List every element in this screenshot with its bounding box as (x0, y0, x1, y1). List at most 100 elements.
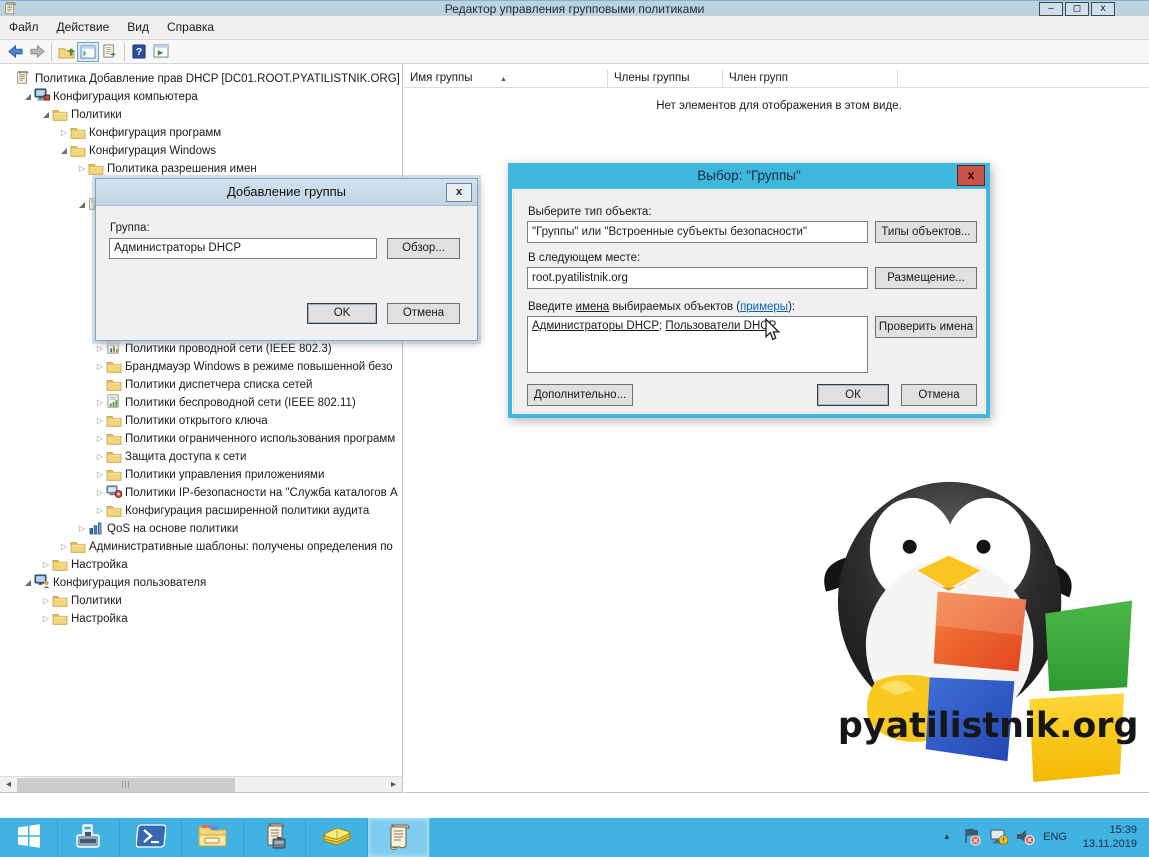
console-tree-pane: Политика Добавление прав DHCP [DC01.ROOT… (0, 64, 403, 793)
expand-arrow-icon[interactable]: ◢ (22, 574, 34, 592)
export-list-icon[interactable] (99, 42, 121, 62)
add-group-ok-button[interactable]: OK (307, 303, 377, 324)
select-groups-ok-button[interactable]: ОК (817, 384, 889, 406)
tree-item[interactable]: ▷Брандмауэр Windows в режиме повышенной … (0, 358, 403, 376)
expand-arrow-icon[interactable]: ◢ (58, 142, 70, 160)
add-group-close-button[interactable]: x (446, 183, 472, 202)
taskbar-app-gpmc-console[interactable] (244, 818, 306, 857)
taskbar-app-file-explorer[interactable] (182, 818, 244, 857)
advanced-button[interactable]: Дополнительно... (527, 384, 633, 406)
network-status-icon[interactable] (989, 827, 1009, 851)
new-window-icon[interactable] (150, 42, 172, 62)
scroll-right-arrow-icon[interactable]: ▸ (385, 777, 402, 793)
add-group-cancel-button[interactable]: Отмена (387, 303, 460, 324)
collapse-arrow-icon[interactable]: ▷ (94, 484, 106, 502)
action-center-flag-icon[interactable] (962, 827, 981, 851)
start-button[interactable] (0, 818, 58, 857)
collapse-arrow-icon[interactable]: ▷ (94, 430, 106, 448)
tree-item[interactable]: ▷Политики (0, 592, 403, 610)
taskbar-app-yellow-book[interactable] (306, 818, 368, 857)
tree-item[interactable]: ▷Политики открытого ключа (0, 412, 403, 430)
taskbar-app-server-manager[interactable] (58, 818, 120, 857)
menu-file[interactable]: Файл (0, 16, 48, 34)
expand-arrow-icon[interactable]: ◢ (22, 88, 34, 106)
check-names-button[interactable]: Проверить имена (875, 316, 977, 338)
object-names-input[interactable]: Администраторы DHCP; Пользователи DHCP (527, 316, 868, 373)
folder-icon (88, 161, 105, 177)
column-header[interactable]: Член групп (723, 70, 898, 88)
menu-action[interactable]: Действие (48, 16, 119, 34)
column-header[interactable]: Имя группы▲ (404, 70, 608, 88)
menu-help[interactable]: Справка (158, 16, 223, 34)
select-groups-cancel-button[interactable]: Отмена (901, 384, 977, 406)
tree-item[interactable]: ▷ Политики беспроводной сети (IEEE 802.11… (0, 394, 403, 412)
scrollbar-thumb[interactable]: ||| (17, 778, 235, 792)
tray-expand-arrow-icon[interactable]: ▴ (944, 831, 949, 842)
tree-item[interactable]: ▷Защита доступа к сети (0, 448, 403, 466)
language-indicator[interactable]: ENG (1043, 831, 1067, 843)
location-button[interactable]: Размещение... (875, 267, 977, 289)
help-icon[interactable]: ? (128, 42, 150, 62)
taskbar-app-gpedit-scroll[interactable] (368, 818, 430, 857)
tree-item[interactable]: ▷Политики управления приложениями (0, 466, 403, 484)
close-button[interactable]: x (1091, 2, 1115, 16)
tree-item[interactable]: ▷Политика разрешения имен (0, 160, 403, 178)
folder-icon (106, 413, 123, 429)
tree-item[interactable]: ▷Настройка (0, 610, 403, 628)
forward-icon[interactable] (26, 42, 48, 62)
volume-muted-icon[interactable] (1015, 827, 1035, 851)
tree-item[interactable]: ▷Административные шаблоны: получены опре… (0, 538, 403, 556)
tree-item[interactable]: ▷Конфигурация расширенной политики аудит… (0, 502, 403, 520)
tree-item[interactable]: ▷Настройка (0, 556, 403, 574)
taskbar-clock[interactable]: 15:39 13.11.2019 (1083, 823, 1137, 851)
tree-item[interactable]: ◢Конфигурация пользователя (0, 574, 403, 592)
examples-link[interactable]: примеры (740, 301, 788, 313)
collapse-arrow-icon[interactable]: ▷ (94, 358, 106, 376)
collapse-arrow-icon[interactable]: ▷ (94, 394, 106, 412)
taskbar-app-powershell[interactable] (120, 818, 182, 857)
collapse-arrow-icon[interactable]: ▷ (58, 538, 70, 556)
collapse-arrow-icon[interactable]: ▷ (40, 556, 52, 574)
tree-item[interactable]: ▷Политики проводной сети (IEEE 802.3) (0, 340, 403, 358)
tree-item[interactable]: ◢Конфигурация Windows (0, 142, 403, 160)
enter-names-label: Введите имена выбираемых объектов (приме… (528, 301, 795, 313)
object-types-button[interactable]: Типы объектов... (875, 221, 977, 243)
tree-item[interactable]: ▷Политики IP-безопасности на "Служба кат… (0, 484, 403, 502)
maximize-button[interactable]: ◻ (1065, 2, 1089, 16)
tree-item[interactable]: ◢Политики (0, 106, 403, 124)
tree-item[interactable]: Политики диспетчера списка сетей (0, 376, 403, 394)
yellow-book-icon (321, 834, 353, 851)
tree-item[interactable]: ◢Конфигурация компьютера (0, 88, 403, 106)
collapse-arrow-icon[interactable]: ▷ (58, 124, 70, 142)
collapse-arrow-icon[interactable]: ▷ (76, 160, 88, 178)
scroll-left-arrow-icon[interactable]: ◂ (0, 777, 17, 793)
show-console-tree-icon[interactable] (77, 42, 99, 62)
up-one-level-icon[interactable] (55, 42, 77, 62)
browse-button[interactable]: Обзор... (387, 238, 460, 259)
tree-item[interactable]: ▷Политики ограниченного использования пр… (0, 430, 403, 448)
tree-item[interactable]: Политика Добавление прав DHCP [DC01.ROOT… (0, 70, 403, 88)
minimize-button[interactable]: – (1039, 2, 1063, 16)
collapse-arrow-icon[interactable]: ▷ (94, 340, 106, 358)
tree-item[interactable]: ▷QoS на основе политики (0, 520, 403, 538)
tree-item-label: Политики беспроводной сети (IEEE 802.11) (123, 397, 356, 409)
tree-item[interactable]: ▷Конфигурация программ (0, 124, 403, 142)
select-groups-dialog: Выбор: "Группы" x Выберите тип объекта: … (508, 163, 990, 418)
collapse-arrow-icon[interactable]: ▷ (76, 520, 88, 538)
select-groups-close-button[interactable]: x (957, 165, 985, 186)
collapse-arrow-icon[interactable]: ▷ (94, 448, 106, 466)
horizontal-scrollbar[interactable]: ◂ ||| ▸ (0, 776, 402, 793)
toolbar: ? (0, 40, 1149, 64)
collapse-arrow-icon[interactable]: ▷ (94, 466, 106, 484)
collapse-arrow-icon[interactable]: ▷ (94, 502, 106, 520)
collapse-arrow-icon[interactable]: ▷ (94, 412, 106, 430)
back-icon[interactable] (4, 42, 26, 62)
group-input[interactable]: Администраторы DHCP (109, 238, 377, 259)
column-header[interactable]: Члены группы (608, 70, 723, 88)
collapse-arrow-icon[interactable]: ▷ (40, 610, 52, 628)
expand-arrow-icon[interactable]: ◢ (40, 106, 52, 124)
collapse-arrow-icon[interactable]: ▷ (40, 592, 52, 610)
expand-arrow-icon[interactable]: ◢ (76, 196, 88, 214)
menu-view[interactable]: Вид (118, 16, 158, 34)
wired-policy-icon (106, 340, 123, 356)
